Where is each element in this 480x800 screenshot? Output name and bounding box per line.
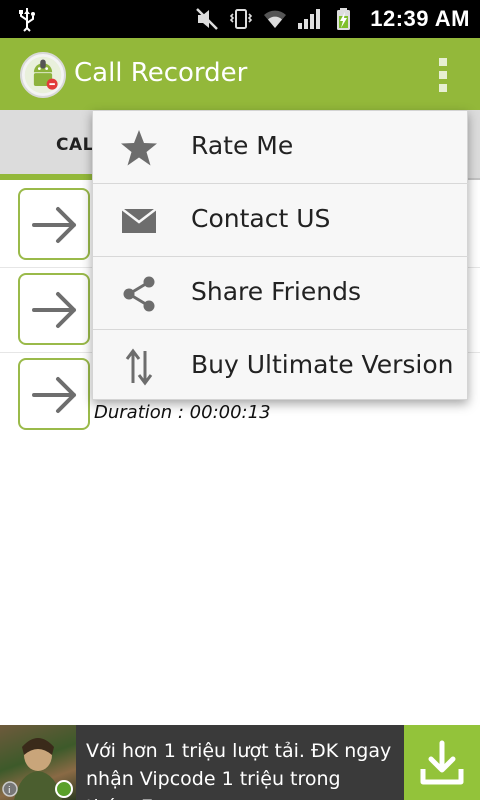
usb-icon (19, 8, 35, 32)
overflow-popup-menu: Rate Me Contact US Share Friends Buy Ult… (92, 110, 469, 403)
ad-banner[interactable]: i Với hơn 1 triệu lượt tải. ĐK ngay nhận… (0, 725, 480, 800)
app-title: Call Recorder (74, 58, 248, 88)
menu-label: Share Friends (191, 277, 361, 306)
app-logo-icon[interactable] (20, 52, 66, 98)
status-time: 12:39 AM (370, 6, 470, 31)
overflow-menu-icon[interactable] (436, 58, 450, 92)
star-icon (121, 130, 157, 166)
overflow-dot (439, 84, 447, 92)
mute-icon (196, 8, 219, 30)
arrow-right-icon (32, 292, 76, 328)
status-icons: 12:39 AM (194, 0, 470, 38)
overflow-dot (439, 58, 447, 66)
ad-text-line-2: nhận Vipcode 1 triệu trong tháng7 (86, 768, 341, 800)
ad-thumbnail[interactable]: i (0, 725, 76, 800)
play-button[interactable] (18, 188, 90, 260)
android-recorder-logo (24, 56, 62, 94)
ad-text[interactable]: Với hơn 1 triệu lượt tải. ĐK ngay nhận V… (86, 737, 404, 800)
signal-icon (298, 9, 321, 29)
arrow-right-icon (32, 377, 76, 413)
svg-text:i: i (8, 786, 11, 796)
play-button[interactable] (18, 273, 90, 345)
arrow-right-icon (32, 207, 76, 243)
menu-item-buy-ultimate[interactable]: Buy Ultimate Version (93, 330, 469, 403)
action-bar: Call Recorder (0, 38, 480, 110)
ad-download-button[interactable] (404, 725, 480, 800)
status-bar: 12:39 AM (0, 0, 480, 38)
screen: 12:39 AM Call Recorder CALL Duration: 0… (0, 0, 480, 800)
menu-item-contact-us[interactable]: Contact US (93, 184, 469, 257)
share-icon (123, 276, 155, 312)
play-button[interactable] (18, 358, 90, 430)
vibrate-icon (230, 9, 253, 29)
overflow-dot (439, 71, 447, 79)
duration-text: Duration : 00:00:13 (94, 402, 271, 423)
up-down-arrows-icon (125, 348, 153, 386)
menu-label: Contact US (191, 204, 331, 233)
menu-item-rate-me[interactable]: Rate Me (93, 111, 469, 184)
download-icon (420, 740, 464, 785)
menu-item-share-friends[interactable]: Share Friends (93, 257, 469, 330)
envelope-icon (121, 208, 157, 233)
ad-text-line-1: Với hơn 1 triệu lượt tải. ĐK ngay (86, 740, 392, 762)
ad-game-image: i (2, 738, 73, 800)
menu-label: Buy Ultimate Version (191, 350, 454, 379)
menu-label: Rate Me (191, 131, 294, 160)
battery-charging-icon (337, 8, 351, 30)
wifi-icon (264, 10, 287, 28)
